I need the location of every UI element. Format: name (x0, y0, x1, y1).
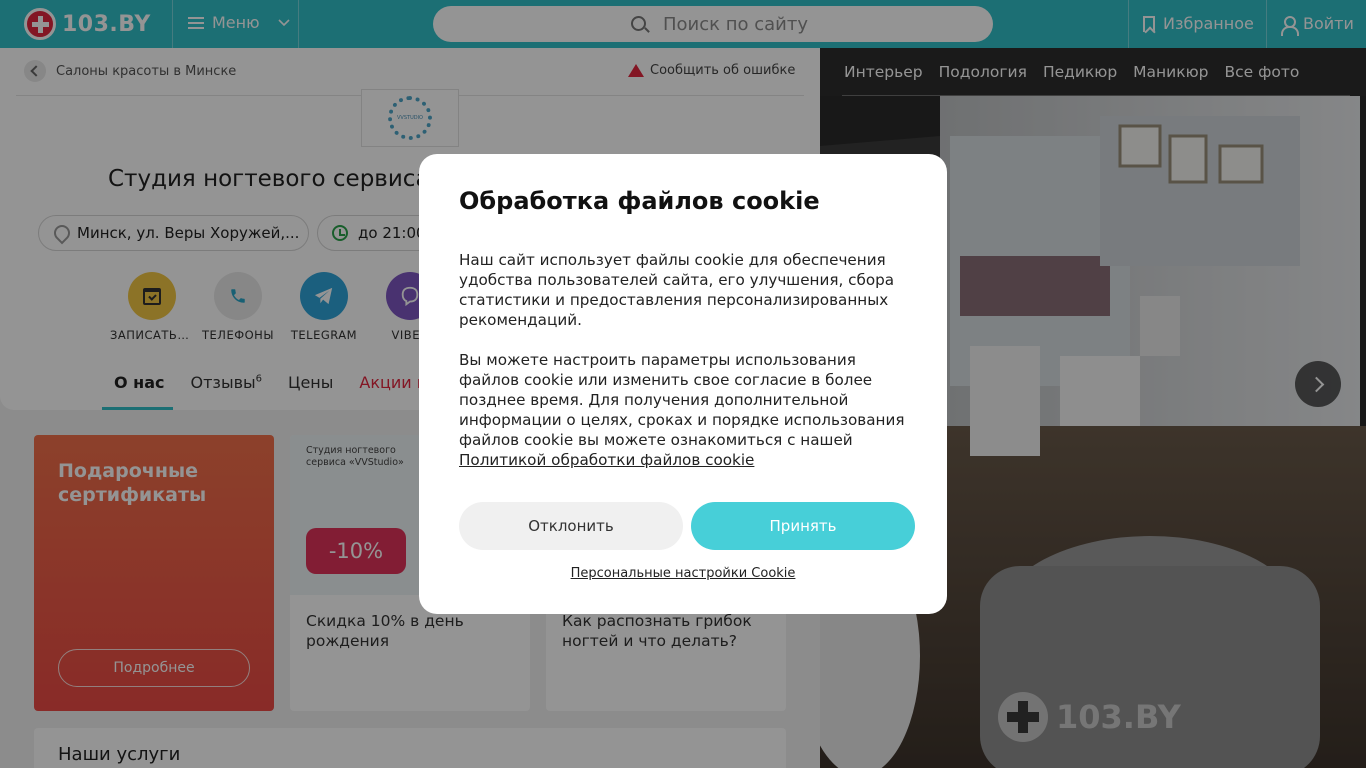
dialog-paragraph: Вы можете настроить параметры использова… (459, 351, 905, 469)
cookie-policy-link[interactable]: Политикой обработки файлов cookie (459, 451, 754, 469)
dialog-title: Обработка файлов cookie (459, 187, 820, 215)
cookie-settings-link[interactable]: Персональные настройки Cookie (419, 566, 947, 581)
decline-button[interactable]: Отклонить (459, 502, 683, 550)
dialog-body: Наш сайт использует файлы cookie для обе… (459, 250, 911, 490)
cookie-dialog: Обработка файлов cookie Наш сайт использ… (419, 154, 947, 614)
accept-button[interactable]: Принять (691, 502, 915, 550)
dialog-paragraph: Наш сайт использует файлы cookie для обе… (459, 251, 895, 329)
